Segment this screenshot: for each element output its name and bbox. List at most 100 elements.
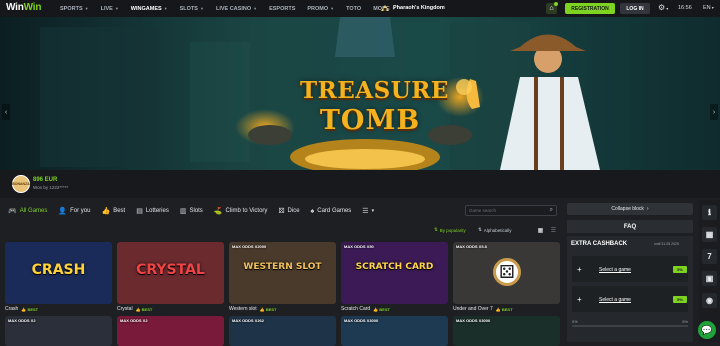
nav-wingames[interactable]: WINGAMES ▼ (131, 6, 168, 12)
notification-dot (554, 2, 558, 6)
game-caption[interactable]: Scratch Card 👍 BEST (341, 304, 390, 314)
nav-label: WINGAMES (130, 5, 162, 12)
progress-min: 0% (572, 319, 578, 324)
thumbs-up-icon: 👍 (101, 208, 111, 215)
seven-icon[interactable]: 7 (702, 249, 717, 264)
banner-title-tomb: TOMB (319, 105, 421, 136)
slot-machine-icon[interactable]: ▣ (702, 271, 717, 286)
pharaoh-icon (381, 5, 389, 11)
faq-button[interactable]: FAQ (567, 220, 693, 233)
max-odds-badge: MAX ODDS X2 (8, 318, 36, 323)
category-label: Slots (189, 208, 203, 214)
info-icon[interactable]: ℹ (702, 205, 717, 220)
winner-amount: 896 EUR (33, 177, 58, 183)
chat-support-icon[interactable]: 💬 (698, 321, 716, 339)
category-label: Lotteries (145, 208, 169, 214)
category-label: All Games (19, 208, 48, 214)
game-search-input[interactable]: Game search ⌕ (465, 205, 557, 216)
max-odds-badge: MAX ODDS X3000 (456, 318, 491, 323)
game-caption[interactable]: Crystal 👍 BEST (117, 304, 152, 314)
cashback-slot-1[interactable]: + Select a game 5% (572, 256, 688, 282)
category-label: For you (70, 208, 91, 214)
nav-esports[interactable]: ESPORTS (269, 6, 295, 12)
category-label: Best (113, 208, 126, 214)
game-caption[interactable]: Crash 👍 BEST (5, 304, 38, 314)
nav-live[interactable]: LIVE ▼ (101, 6, 119, 12)
login-button[interactable]: LOG IN (620, 3, 650, 14)
category-more[interactable]: ☰ ▾ (362, 207, 374, 215)
chevron-down-icon: ▼ (84, 6, 89, 11)
nav-label: LIVE CASINO (215, 5, 252, 12)
game-card[interactable]: CRYSTAL (117, 242, 224, 304)
plus-icon: + (577, 295, 582, 304)
winner-game-avatar[interactable]: BONANZA (12, 175, 30, 193)
nav-slots[interactable]: SLOTS ▼ (180, 6, 204, 12)
category-label: Dice (287, 208, 300, 214)
sport-ball-icon[interactable]: ◉ (702, 293, 717, 308)
thumbs-up-icon: 👍 (135, 306, 141, 312)
max-odds-badge: MAX ODDS X3000 (344, 318, 379, 323)
nav-live-casino[interactable]: LIVE CASINO ▼ (216, 6, 257, 12)
progress-max: 5% (682, 319, 688, 324)
sort-alphabetically[interactable]: ⇅ Alphabetically (478, 227, 512, 233)
category-all-games[interactable]: 🎮 All Games (8, 207, 47, 215)
category-dice[interactable]: ⚄ Dice (278, 207, 299, 215)
game-card[interactable]: CRASH (5, 242, 112, 304)
game-name: Under and Over 7 (453, 306, 493, 312)
registration-button[interactable]: REGISTRATION (565, 3, 615, 14)
best-label: BEST (141, 306, 153, 312)
select-game-link[interactable]: Select a game (599, 267, 631, 273)
nav-sports[interactable]: SPORTS ▼ (60, 6, 89, 12)
cards-icon[interactable]: ▦ (702, 227, 717, 242)
game-card[interactable]: MAX ODDS X2000 WESTERN SLOT (229, 242, 336, 304)
max-odds-badge: MAX ODDS X50 (344, 244, 374, 249)
nav-promo[interactable]: PROMO ▼ (307, 6, 334, 12)
cashback-percent: 5% (673, 266, 687, 273)
gift-button[interactable]: ⌂ (546, 2, 558, 14)
category-label: Card Games (317, 208, 352, 214)
nav-label: TOTO (346, 5, 362, 12)
promo-game-link[interactable]: Pharaoh's Kingdom (380, 4, 445, 12)
games-grid: CRASH Crash 👍 BEST CRYSTAL Crystal 👍 BEST MAX … (5, 242, 563, 346)
thumbs-up-icon: 👍 (495, 306, 501, 312)
cashback-slot-2[interactable]: + Select a game 5% (572, 286, 688, 312)
settings-gear-icon[interactable]: ⚙ ▾ (658, 3, 668, 12)
banner-prev-arrow[interactable]: ‹ (2, 104, 10, 120)
hero-banner[interactable]: TREASURE TOMB ‹ › (0, 17, 720, 170)
promo-game-label: Pharaoh's Kingdom (393, 5, 445, 11)
game-artwork-title: CRASH (31, 262, 86, 278)
game-caption[interactable]: Under and Over 7 👍 BEST (453, 304, 513, 314)
game-card[interactable]: MAX ODDS X5.8 ⚄ (453, 242, 560, 304)
slots-icon: ▥ (179, 208, 187, 215)
select-game-link[interactable]: Select a game (599, 297, 631, 303)
language-select[interactable]: EN ▾ (703, 5, 714, 11)
chevron-down-icon: ▼ (253, 6, 258, 11)
cashback-progress: 0% 5% (572, 319, 688, 331)
winner-user: Won by 1222***** (33, 185, 69, 190)
banner-next-arrow[interactable]: › (710, 104, 718, 120)
category-climb-to-victory[interactable]: ⛳ Climb to Victory (214, 207, 268, 215)
best-badge: 👍 BEST (496, 307, 513, 312)
cashback-until: until 31.05.2025 (654, 242, 679, 246)
category-lotteries[interactable]: ▤ Lotteries (136, 207, 169, 215)
chevron-down-icon: ▼ (330, 6, 335, 11)
category-card-games[interactable]: ♠ Card Games (311, 208, 352, 215)
site-logo[interactable]: WinWin (6, 2, 41, 13)
best-badge: 👍 BEST (373, 307, 390, 312)
right-sidebar: Collapse block › FAQ EXTRA CASHBACK until… (567, 200, 697, 342)
dice-icon: ⚄ (278, 208, 285, 215)
category-for-you[interactable]: 👤 For you (58, 207, 90, 215)
nav-toto[interactable]: TOTO (346, 6, 361, 12)
collapse-block-button[interactable]: Collapse block › (567, 203, 693, 215)
category-slots[interactable]: ▥ Slots (180, 207, 203, 215)
game-card[interactable]: MAX ODDS X50 SCRATCH CARD (341, 242, 448, 304)
game-caption[interactable]: Western slot 👍 BEST (229, 304, 276, 314)
banner-title-treasure: TREASURE (300, 77, 449, 104)
max-odds-badge: MAX ODDS X5.8 (456, 244, 487, 249)
category-best[interactable]: 👍 Best (101, 207, 125, 215)
sort-by-popularity[interactable]: ⇅ By popularity (434, 227, 466, 233)
grid-view-icon[interactable]: ▦ (536, 226, 545, 235)
nav-label: LIVE (100, 5, 113, 12)
list-view-icon[interactable]: ☰ (549, 226, 558, 235)
gamepad-icon: 🎮 (8, 208, 17, 215)
